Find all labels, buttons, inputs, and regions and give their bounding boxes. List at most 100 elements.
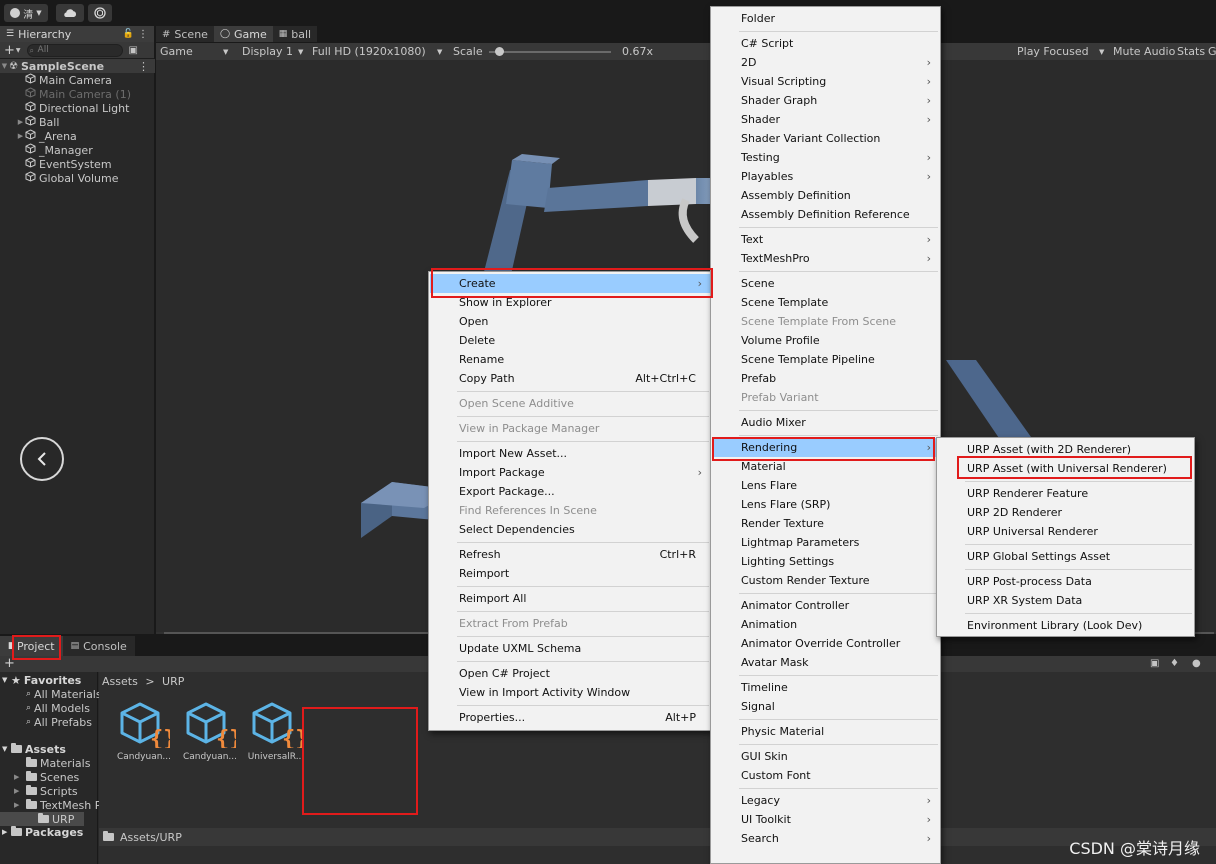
create-menu-item[interactable]: Physic Material [712,722,939,741]
context-menu-item[interactable]: Update UXML Schema [430,639,710,658]
save-search-icon[interactable]: ▣ [1150,658,1159,669]
view-mode-dropdown[interactable]: Game [160,45,193,58]
context-menu-item[interactable]: Refresh Ctrl+R [430,545,710,564]
create-menu-item[interactable]: Prefab [712,369,939,388]
filter-type-icon[interactable]: ♦ [1170,658,1179,669]
account-dropdown[interactable]: 清 ▼ [4,4,48,22]
create-menu-item[interactable]: Visual Scripting › [712,72,939,91]
create-menu-item[interactable]: Playables › [712,167,939,186]
favorite-item[interactable]: ⌕ All Models [26,701,90,715]
context-menu-item[interactable]: Delete [430,331,710,350]
scale-slider-thumb[interactable] [495,47,505,56]
create-menu-item[interactable]: Avatar Mask [712,653,939,672]
hierarchy-item[interactable]: Global Volume [16,171,155,185]
context-menu-item[interactable]: Select Dependencies [430,520,710,539]
create-menu-item[interactable]: GUI Skin [712,747,939,766]
rendering-menu-item[interactable]: Environment Library (Look Dev) [938,616,1193,635]
rendering-menu-item[interactable]: URP Global Settings Asset [938,547,1193,566]
scene-row[interactable]: ▼ ☢ SampleScene ⋮ [0,59,155,73]
rendering-menu-item[interactable]: URP Renderer Feature [938,484,1193,503]
chevron-down-icon[interactable]: ▼ [437,48,442,56]
expand-arrow-icon[interactable]: ▶ [14,801,26,809]
asset-tile[interactable]: {} Candyuan... [111,702,177,772]
create-menu-item[interactable]: TextMeshPro › [712,249,939,268]
hierarchy-item[interactable]: Directional Light [16,101,155,115]
rendering-menu-item[interactable]: URP XR System Data [938,591,1193,610]
context-menu-item[interactable]: Reimport All [430,589,710,608]
expand-arrow-icon[interactable]: ▼ [2,745,11,753]
nav-back-button[interactable] [20,437,64,481]
asset-folder-item[interactable]: ▶ TextMesh P [14,798,101,812]
expand-arrow-icon[interactable]: ▶ [2,828,11,836]
create-menu-item[interactable]: Rendering › [712,438,939,457]
rendering-menu-item[interactable]: URP Asset (with 2D Renderer) [938,440,1193,459]
asset-folder-item[interactable]: ▶ Scenes [14,770,79,784]
expand-arrow-icon[interactable]: ▼ [0,62,9,70]
chevron-down-icon[interactable]: ▼ [298,48,303,56]
tab-hierarchy[interactable]: ☰ Hierarchy 🔓 ⋮ [0,26,154,42]
create-menu-item[interactable]: Scene Template Pipeline [712,350,939,369]
chevron-down-icon[interactable]: ▼ [1099,48,1104,56]
create-menu-item[interactable]: Folder [712,9,939,28]
context-menu-item[interactable]: Export Package... [430,482,710,501]
tab-console[interactable]: ▤ Console [62,636,135,656]
hierarchy-item[interactable]: ▶ Ball [16,115,155,129]
packages-section[interactable]: ▶ Packages [2,825,83,839]
create-menu-item[interactable]: 2D › [712,53,939,72]
context-menu-item[interactable]: View in Import Activity Window [430,683,710,702]
chevron-down-icon[interactable]: ▼ [223,48,228,56]
asset-folder-item[interactable]: Materials [14,756,90,770]
hierarchy-item[interactable]: ▶ _Arena [16,129,155,143]
more-icon[interactable]: ⋮ [138,60,149,73]
create-menu-item[interactable]: Shader Variant Collection [712,129,939,148]
favorite-item[interactable]: ⌕ All Prefabs [26,715,92,729]
rendering-menu-item[interactable]: URP Asset (with Universal Renderer) [938,459,1193,478]
create-menu-item[interactable]: UI Toolkit › [712,810,939,829]
mute-audio-toggle[interactable]: Mute Audio [1113,45,1175,58]
context-menu-item[interactable]: Copy Path Alt+Ctrl+C [430,369,710,388]
filter-label-icon[interactable]: ● [1192,658,1201,669]
play-focused-dropdown[interactable]: Play Focused [1017,45,1089,58]
expand-arrow-icon[interactable]: ▶ [16,132,25,140]
create-menu-item[interactable]: Lens Flare (SRP) [712,495,939,514]
create-menu-item[interactable]: Custom Font [712,766,939,785]
scene-visibility-icon[interactable]: ▣ [129,45,138,56]
rendering-menu-item[interactable]: URP Universal Renderer [938,522,1193,541]
context-menu-item[interactable]: Reimport [430,564,710,583]
tab-scene[interactable]: # Scene [156,26,214,42]
add-icon[interactable]: + [4,656,15,671]
display-dropdown[interactable]: Display 1 [242,45,293,58]
create-menu-item[interactable]: Scene Template [712,293,939,312]
hierarchy-search-input[interactable]: ⌕ All [26,43,123,57]
create-menu-item[interactable]: Assembly Definition Reference [712,205,939,224]
hierarchy-item[interactable]: _Manager [16,143,155,157]
hierarchy-item[interactable]: Main Camera [16,73,155,87]
asset-folder-item[interactable]: ▶ Scripts [14,784,78,798]
tab-ball[interactable]: ▦ ball [272,26,318,42]
create-menu-item[interactable]: Lens Flare [712,476,939,495]
create-menu-item[interactable]: Animator Override Controller [712,634,939,653]
gizmos-toggle[interactable]: G [1208,45,1216,58]
create-menu-item[interactable]: Shader Graph › [712,91,939,110]
create-menu-item[interactable]: Audio Mixer [712,413,939,432]
expand-arrow-icon[interactable]: ▶ [14,787,26,795]
asset-folder-item[interactable]: URP [0,812,84,826]
rendering-menu-item[interactable]: URP 2D Renderer [938,503,1193,522]
assets-section[interactable]: ▼ Assets [2,742,66,756]
favorite-item[interactable]: ⌕ All Materials [26,687,102,701]
more-icon[interactable]: ⋮ [138,29,148,40]
context-menu-item[interactable]: Import New Asset... [430,444,710,463]
resolution-dropdown[interactable]: Full HD (1920x1080) [312,45,426,58]
stats-toggle[interactable]: Stats [1177,45,1205,58]
create-menu-item[interactable]: Animation [712,615,939,634]
context-menu-item[interactable]: Rename [430,350,710,369]
hierarchy-item[interactable]: EventSystem [16,157,155,171]
context-menu-item[interactable]: Open C# Project [430,664,710,683]
create-menu-item[interactable]: Timeline [712,678,939,697]
create-menu-item[interactable]: Scene [712,274,939,293]
create-menu-item[interactable]: Assembly Definition [712,186,939,205]
breadcrumb-assets[interactable]: Assets [102,675,138,688]
create-menu-item[interactable]: Lightmap Parameters [712,533,939,552]
context-menu-item[interactable]: Show in Explorer [430,293,710,312]
create-menu-item[interactable]: Animator Controller [712,596,939,615]
